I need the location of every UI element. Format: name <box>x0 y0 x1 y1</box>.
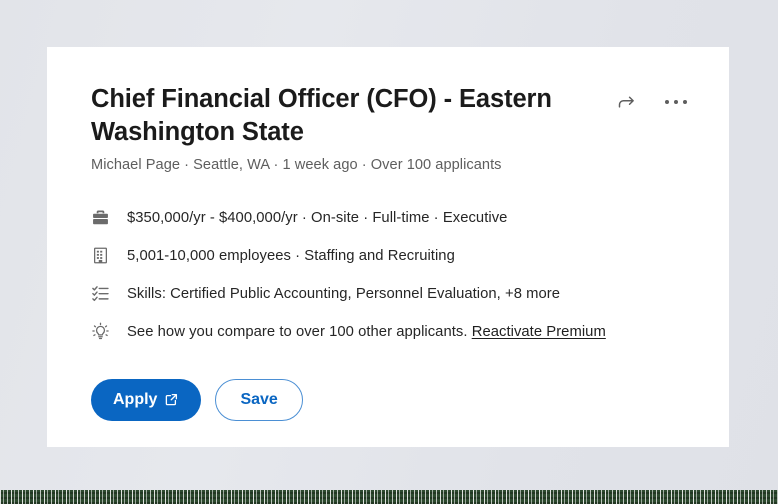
detail-row-company: 5,001-10,000 employees · Staffing and Re… <box>91 237 685 275</box>
skills-checklist-glyph <box>92 286 109 302</box>
apply-button-label: Apply <box>113 390 158 408</box>
detail-row-skills: Skills: Certified Public Accounting, Per… <box>91 275 685 313</box>
briefcase-glyph <box>93 210 108 225</box>
reactivate-premium-link[interactable]: Reactivate Premium <box>472 324 606 340</box>
building-icon <box>91 244 117 268</box>
lightbulb-glyph <box>92 322 109 340</box>
detail-row-compensation: $350,000/yr - $400,000/yr · On-site · Fu… <box>91 199 685 237</box>
detail-text-skills: Skills: Certified Public Accounting, Per… <box>127 285 561 302</box>
external-link-icon <box>166 394 178 406</box>
detail-text-compensation: $350,000/yr - $400,000/yr · On-site · Fu… <box>127 209 508 226</box>
detail-text-premium-insight: See how you compare to over 100 other ap… <box>127 324 606 340</box>
save-button-label: Save <box>240 390 278 408</box>
job-action-buttons: Apply Save <box>91 378 685 421</box>
detail-text-company: 5,001-10,000 employees · Staffing and Re… <box>127 247 455 264</box>
building-glyph <box>94 247 107 264</box>
apply-button[interactable]: Apply <box>91 378 202 421</box>
share-arrow-icon[interactable] <box>611 87 641 117</box>
briefcase-icon <box>91 206 117 230</box>
share-arrow-glyph <box>618 96 634 108</box>
more-options-glyph <box>664 99 688 105</box>
job-detail-list: $350,000/yr - $400,000/yr · On-site · Fu… <box>91 199 685 351</box>
premium-insight-text: See how you compare to over 100 other ap… <box>127 323 468 340</box>
card-header: Chief Financial Officer (CFO) - Eastern … <box>91 83 688 173</box>
save-button[interactable]: Save <box>215 378 303 421</box>
card-header-actions <box>611 87 691 117</box>
detail-row-premium-insight: See how you compare to over 100 other ap… <box>91 313 685 351</box>
job-details-card: Chief Financial Officer (CFO) - Eastern … <box>47 47 729 447</box>
more-options-icon[interactable] <box>661 87 691 117</box>
page-title: Chief Financial Officer (CFO) - Eastern … <box>91 85 552 146</box>
bottom-noise-band <box>0 490 778 504</box>
job-meta-line: Michael Page · Seattle, WA · 1 week ago … <box>91 156 502 173</box>
lightbulb-icon <box>91 320 117 344</box>
page-background: Chief Financial Officer (CFO) - Eastern … <box>0 0 778 504</box>
skills-checklist-icon <box>91 282 117 306</box>
